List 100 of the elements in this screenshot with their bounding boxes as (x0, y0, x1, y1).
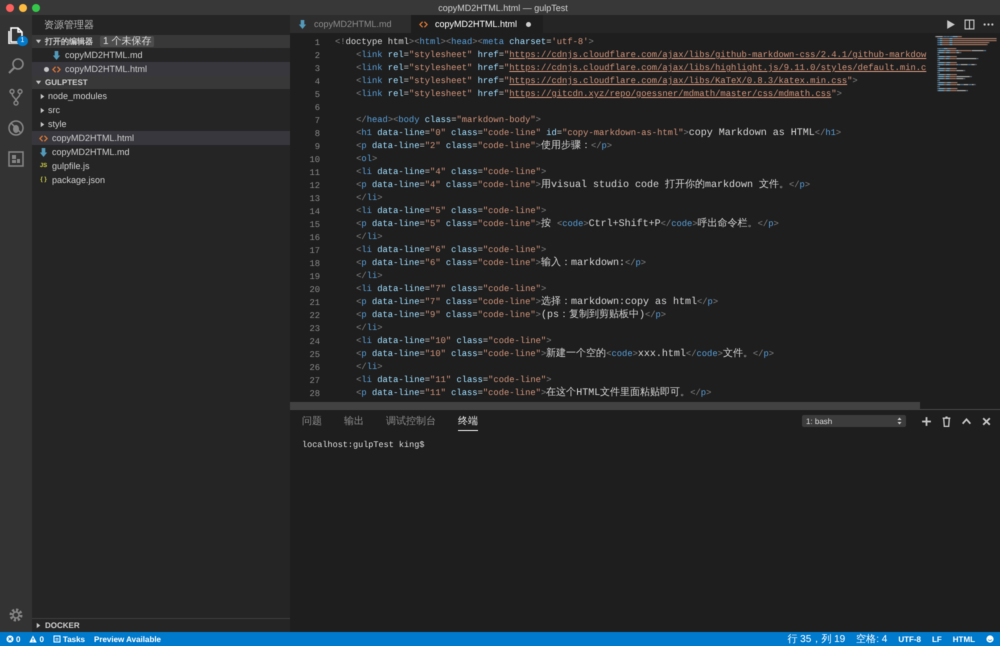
unsaved-dot (44, 66, 49, 72)
code-file-icon (419, 20, 428, 28)
close-icon[interactable] (981, 416, 992, 426)
settings-icon[interactable] (7, 606, 25, 624)
bug-icon (7, 118, 25, 136)
code-line: </li> (355, 270, 383, 283)
markdown-file-icon (298, 20, 307, 28)
code-line: <p data-line="9" class="code-line">(ps：复制到剪贴板中)</p> (355, 309, 666, 322)
code-line: <p data-line="4" class="code-line">用visual studio code 打开你的markdown 文件。</p> (355, 179, 810, 192)
code-line: <li data-line="6" class="code-line"> (355, 244, 546, 257)
code-line: </li> (355, 322, 383, 335)
code-line: <li data-line="10" class="code-line"> (355, 335, 552, 348)
code-line: <li data-line="5" class="code-line"> (355, 205, 546, 218)
horizontal-scrollbar[interactable] (290, 402, 920, 409)
unsaved-dot (526, 22, 532, 26)
code-line: <link rel="stylesheet" href="https://cdnjs.cloudflare.com/ajax/libs/highlight.js/9.11.0/styles/default.min.c (355, 62, 926, 75)
panel-tab[interactable]: 调试控制台 (386, 412, 436, 430)
code-file-icon (52, 64, 61, 74)
chevron-up-icon[interactable] (961, 416, 972, 426)
status-item[interactable]: HTML (952, 634, 975, 644)
folder-item[interactable]: src (32, 103, 290, 117)
up-down-caret-icon (897, 417, 902, 425)
search-icon (7, 56, 25, 74)
line-number: 20 (308, 284, 321, 294)
panel-tab[interactable]: 终端 (458, 412, 478, 430)
window-title: copyMD2HTML.html — gulpTest (437, 2, 569, 12)
file-item[interactable]: copyMD2HTML.html (32, 131, 290, 145)
plus-icon[interactable] (921, 416, 932, 426)
file-name: package.json (52, 175, 106, 185)
sidebar-title: 资源管理器 (43, 19, 95, 33)
panel-tab[interactable]: 问题 (302, 412, 322, 430)
file-item[interactable]: copyMD2HTML.html (32, 62, 290, 76)
file-name: src (48, 105, 60, 115)
file-name: copyMD2HTML.md (52, 147, 130, 157)
run-icon[interactable] (945, 18, 956, 30)
line-number: 21 (308, 298, 321, 308)
line-number: 9 (314, 142, 321, 152)
extensions-icon (7, 150, 25, 168)
status-item[interactable]: LF (932, 634, 942, 644)
files-icon (7, 26, 25, 44)
status-item[interactable]: Preview Available (94, 634, 161, 644)
file-name: copyMD2HTML.html (52, 133, 134, 143)
section-header[interactable]: 打开的编辑器 1 个未保存 (32, 35, 290, 48)
line-number: 16 (308, 232, 321, 242)
line-number: 6 (314, 102, 321, 112)
trash-icon[interactable] (941, 416, 952, 426)
status-item[interactable]: UTF-8 (898, 634, 921, 644)
code-line: </head><body class="markdown-body"> (355, 114, 541, 127)
line-number: 1 (314, 38, 321, 48)
file-name: copyMD2HTML.html (65, 64, 148, 74)
status-item[interactable]: 行 35，列 19 (787, 632, 846, 646)
code-line: <p data-line="7" class="code-line">选择：markdown:copy as html</p> (355, 296, 718, 308)
folder-item[interactable]: style (32, 117, 290, 131)
status-item[interactable]: Tasks (52, 634, 85, 644)
panel-tab[interactable]: 输出 (344, 412, 364, 430)
line-number: 18 (308, 258, 321, 268)
code-line: <link rel="stylesheet" href="https://cdnjs.cloudflare.com/ajax/libs/KaTeX/0.8.3/katex.min.css"> (355, 75, 858, 88)
unsaved-badge: 1 个未保存 (100, 36, 154, 47)
file-name: gulpfile.js (52, 161, 90, 171)
file-name: node_modules (48, 91, 108, 101)
error-icon (6, 635, 14, 643)
section-header[interactable]: GULPTEST (32, 76, 290, 89)
chevron-icon (35, 38, 42, 45)
code-line: <li data-line="7" class="code-line"> (355, 283, 546, 296)
line-number: 24 (308, 336, 321, 346)
tasks-icon (52, 635, 61, 643)
line-number: 7 (314, 116, 321, 126)
line-number: 3 (314, 64, 321, 74)
code-line: </li> (355, 361, 383, 374)
chevron-icon (35, 622, 42, 629)
branch-icon (7, 88, 25, 106)
terminal-dropdown[interactable]: 1: bash (802, 415, 906, 427)
line-number: 10 (308, 154, 321, 164)
code-line: <ol> (355, 153, 378, 166)
folder-item[interactable]: node_modules (32, 89, 290, 103)
editor-tab[interactable]: copyMD2HTML.html (411, 15, 543, 33)
line-number: 23 (308, 324, 321, 334)
file-item[interactable]: copyMD2HTML.md (32, 48, 290, 62)
smiley-icon[interactable] (986, 635, 994, 643)
code-line: <p data-line="2" class="code-line">使用步骤：</p> (355, 140, 612, 153)
code-file-icon (39, 134, 48, 142)
minimize-window-button[interactable] (19, 4, 27, 12)
maximize-window-button[interactable] (32, 4, 40, 12)
code-line: </li> (355, 192, 383, 205)
code-line: </li> (355, 231, 383, 244)
close-window-button[interactable] (6, 4, 14, 12)
file-item[interactable]: copyMD2HTML.md (32, 145, 290, 159)
split-editor-icon[interactable] (964, 18, 975, 30)
line-number: 17 (308, 246, 321, 256)
terminal-line: localhost:gulpTest king$ (302, 440, 426, 450)
line-number: 2 (314, 50, 321, 60)
warning-icon (29, 635, 38, 643)
editor-tab[interactable]: copyMD2HTML.md (290, 15, 411, 33)
line-number: 27 (308, 376, 321, 386)
code-line: <p data-line="10" class="code-line">新建一个空的<code>xxx.html</code>文件。</p> (355, 348, 774, 361)
status-item[interactable]: 0 (6, 634, 20, 644)
code-line: <li data-line="4" class="code-line"> (355, 166, 546, 179)
status-item[interactable]: 0 (29, 634, 44, 644)
status-item[interactable]: 空格: 4 (856, 632, 888, 646)
line-number: 26 (308, 362, 321, 372)
